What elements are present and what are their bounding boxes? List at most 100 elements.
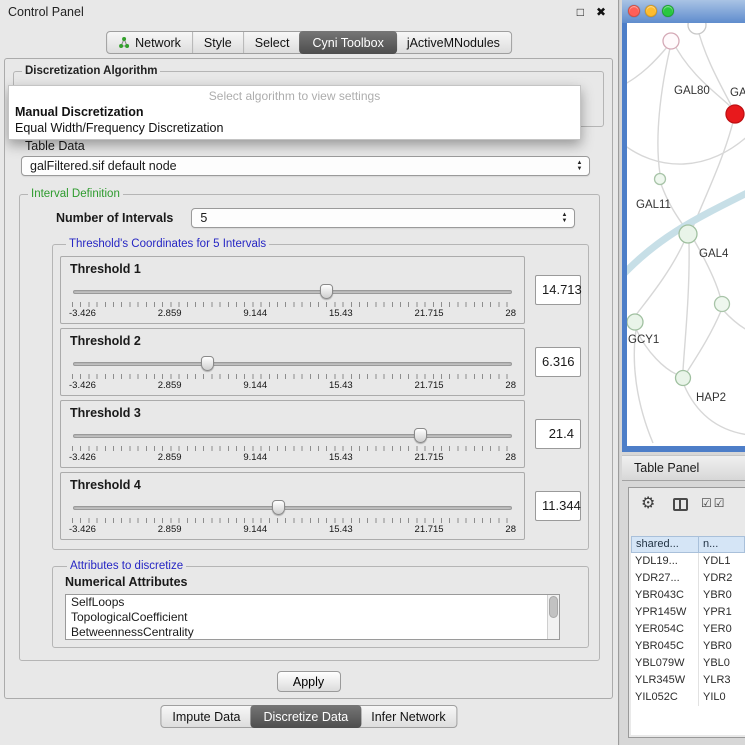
tab-cyni-toolbox[interactable]: Cyni Toolbox — [299, 31, 396, 54]
mac-minimize-button[interactable] — [645, 5, 657, 17]
slider-track[interactable] — [73, 506, 512, 510]
network-node[interactable] — [676, 371, 691, 386]
tab-label: Infer Network — [371, 710, 445, 724]
slider-thumb[interactable] — [414, 428, 427, 443]
thresholds-group-title: Threshold's Coordinates for 5 Intervals — [66, 238, 269, 250]
table-row[interactable]: YBL079WYBL0 — [631, 655, 745, 672]
scale-label: 28 — [505, 524, 516, 535]
number-of-intervals-value: 5 — [200, 211, 207, 225]
threshold-value-field[interactable]: 11.344 — [535, 491, 581, 521]
table-cell: YBR045C — [631, 638, 699, 655]
threshold-rows: Threshold 1 -3.4262.8599.14415.4321.7152… — [58, 256, 583, 540]
close-icon[interactable]: ✖ — [596, 0, 606, 24]
table-data-combobox[interactable]: galFiltered.sif default node ▲ ▼ — [21, 156, 590, 176]
network-node[interactable] — [627, 314, 643, 330]
mac-zoom-button[interactable] — [662, 5, 674, 17]
table-cell: YBR043C — [631, 587, 699, 604]
threshold-slider[interactable] — [71, 427, 514, 444]
slider-thumb[interactable] — [201, 356, 214, 371]
threshold-slider[interactable] — [71, 283, 514, 300]
column-header-shared-name[interactable]: shared... — [631, 536, 699, 553]
threshold-row: Threshold 3 -3.4262.8599.14415.4321.7152… — [60, 400, 581, 468]
algorithm-option[interactable]: Equal Width/Frequency Discretization — [9, 120, 580, 136]
tab-style[interactable]: Style — [192, 32, 243, 53]
tab-label: Discretize Data — [264, 710, 349, 724]
network-graph: GAL80 GA GAL11 GAL4 GCY1 HAP2 — [627, 23, 745, 446]
table-row[interactable]: YLR345WYLR3 — [631, 672, 745, 689]
network-node-labels: GAL80 GA GAL11 GAL4 GCY1 HAP2 — [628, 85, 745, 404]
attribute-list-item[interactable]: BetweennessCentrality — [66, 625, 559, 640]
apply-button[interactable]: Apply — [277, 671, 341, 692]
control-panel-tabs: Network Style Select Cyni Toolbox jActiv… — [106, 31, 512, 54]
attribute-list-item[interactable]: SelfLoops — [66, 595, 559, 610]
network-canvas[interactable]: GAL80 GA GAL11 GAL4 GCY1 HAP2 — [627, 23, 745, 446]
combo-stepper-icon[interactable]: ▲ ▼ — [572, 158, 587, 174]
tab-impute-data[interactable]: Impute Data — [161, 706, 251, 727]
threshold-value-field[interactable]: 6.316 — [535, 347, 581, 377]
network-node[interactable] — [679, 225, 697, 243]
network-window-titlebar[interactable] — [622, 0, 745, 23]
tab-discretize-data[interactable]: Discretize Data — [251, 705, 362, 728]
number-of-intervals-combobox[interactable]: 5 ▲ ▼ — [191, 208, 575, 228]
table-row[interactable]: YER054CYER0 — [631, 621, 745, 638]
column-header-name[interactable]: n... — [699, 536, 745, 553]
slider-thumb[interactable] — [320, 284, 333, 299]
algorithm-option[interactable]: Manual Discretization — [9, 104, 580, 120]
gear-icon[interactable]: ⚙ — [641, 493, 655, 513]
list-scrollbar[interactable] — [547, 595, 559, 639]
tab-label: Style — [204, 36, 232, 50]
table-cell: YIL052C — [631, 689, 699, 706]
table-panel-titlebar: Table Panel — [622, 455, 745, 481]
threshold-value-field[interactable]: 14.713 — [535, 275, 581, 305]
scale-label: 9.144 — [243, 308, 267, 319]
scale-label: 15.43 — [329, 308, 353, 319]
float-window-icon[interactable]: □ — [577, 0, 584, 24]
scale-label: 21.715 — [415, 524, 444, 535]
slider-track[interactable] — [73, 362, 512, 366]
threshold-slider[interactable] — [71, 355, 514, 372]
slider-scale: -3.4262.8599.14415.4321.71528 — [69, 524, 516, 535]
table-row[interactable]: YBR045CYBR0 — [631, 638, 745, 655]
table-data-label: Table Data — [25, 139, 612, 153]
table-row[interactable]: YBR043CYBR0 — [631, 587, 745, 604]
network-tab-icon — [118, 37, 130, 49]
table-row[interactable]: YDL19...YDL1 — [631, 553, 745, 570]
list-scrollbar-thumb[interactable] — [549, 596, 558, 618]
threshold-value-field[interactable]: 21.4 — [535, 419, 581, 449]
slider-thumb[interactable] — [272, 500, 285, 515]
network-node[interactable] — [688, 23, 706, 34]
tab-select[interactable]: Select — [243, 32, 301, 53]
tab-network[interactable]: Network — [107, 32, 192, 53]
scale-label: 9.144 — [243, 452, 267, 463]
control-panel-titlebar: Control Panel □ ✖ — [0, 0, 618, 24]
attributes-to-discretize-group: Attributes to discretize Numerical Attri… — [52, 560, 589, 648]
checkbox-icons[interactable]: ☑☑ — [701, 496, 727, 510]
numerical-attributes-list[interactable]: SelfLoopsTopologicalCoefficientBetweenne… — [65, 594, 560, 640]
table-cell: YBL079W — [631, 655, 699, 672]
window-controls: □ ✖ — [577, 0, 606, 24]
attribute-list-item[interactable]: TopologicalCoefficient — [66, 610, 559, 625]
table-row[interactable]: YDR27...YDR2 — [631, 570, 745, 587]
threshold-slider[interactable] — [71, 499, 514, 516]
tab-infer-network[interactable]: Infer Network — [360, 706, 456, 727]
columns-icon[interactable] — [673, 498, 688, 511]
table-cell: YDL19... — [631, 553, 699, 570]
scale-label: 21.715 — [415, 380, 444, 391]
scale-label: 21.715 — [415, 308, 444, 319]
network-node-selected[interactable] — [726, 105, 744, 123]
network-node[interactable] — [655, 174, 666, 185]
network-node[interactable] — [663, 33, 679, 49]
algorithm-popup-placeholder: Select algorithm to view settings — [9, 89, 580, 104]
control-panel-window: Control Panel □ ✖ Network Style Select — [0, 0, 619, 745]
table-toolbar: ⚙ ☑☑ — [629, 488, 745, 536]
slider-track[interactable] — [73, 434, 512, 438]
slider-track[interactable] — [73, 290, 512, 294]
combo-stepper-icon[interactable]: ▲ ▼ — [557, 210, 572, 226]
mac-close-button[interactable] — [628, 5, 640, 17]
table-row[interactable]: YPR145WYPR1 — [631, 604, 745, 621]
node-label: GA — [730, 87, 745, 99]
tab-jactivemnodules[interactable]: jActiveMNodules — [396, 32, 511, 53]
scale-label: 15.43 — [329, 380, 353, 391]
network-node[interactable] — [715, 297, 730, 312]
table-row[interactable]: YIL052CYIL0 — [631, 689, 745, 706]
